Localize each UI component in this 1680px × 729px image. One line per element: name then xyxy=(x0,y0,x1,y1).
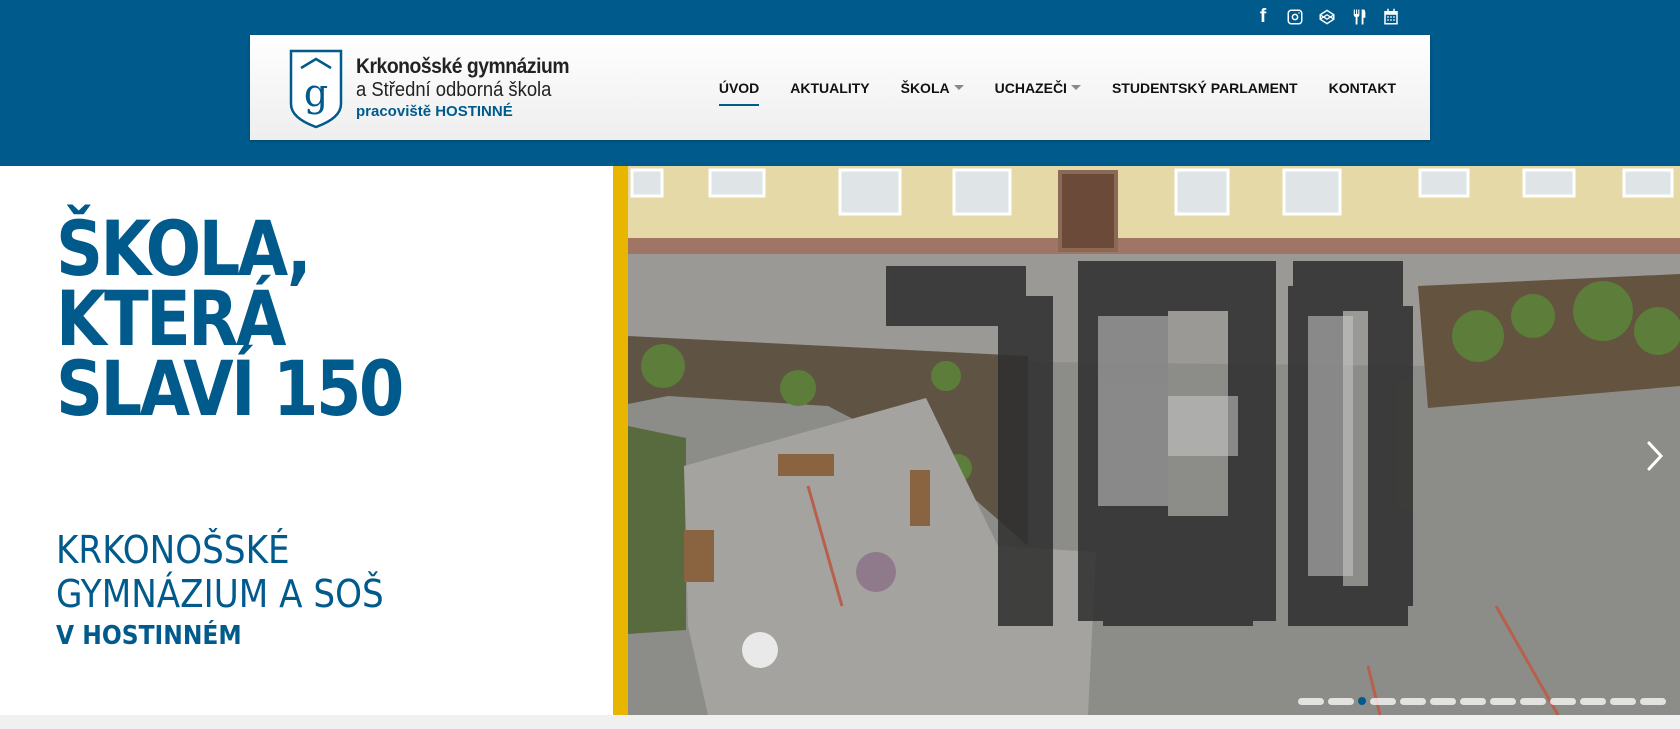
hero-text-panel: ŠKOLA, KTERÁ SLAVÍ 150 KRKONOŠSKÉ GYMNÁZ… xyxy=(0,166,613,715)
logo-line-2: a Střední odborná škola xyxy=(356,79,552,101)
slider-dot[interactable] xyxy=(1520,697,1546,705)
nav-item-studentsky-parlament[interactable]: STUDENTSKÝ PARLAMENT xyxy=(1112,80,1298,96)
page-bottom-strip xyxy=(0,715,1680,729)
slider-dot[interactable] xyxy=(1550,697,1576,705)
site-logo[interactable]: g Krkonošské gymnázium a Střední odborná… xyxy=(288,46,608,131)
facebook-icon[interactable]: f xyxy=(1252,6,1274,28)
hero-subtitle: KRKONOŠSKÉ GYMNÁZIUM A SOŠ V HOSTINNÉM xyxy=(56,528,384,651)
slider-dot[interactable] xyxy=(1610,697,1636,705)
slider-pagination xyxy=(1298,697,1666,705)
logo-text: Krkonošské gymnázium a Střední odborná š… xyxy=(356,55,588,122)
hero-slide-image[interactable] xyxy=(628,166,1680,715)
main-nav: ÚVOD AKTUALITY ŠKOLA UCHAZEČI STUDENTSKÝ… xyxy=(718,35,1396,140)
slider-dot[interactable] xyxy=(1400,697,1426,705)
logo-shield-icon: g xyxy=(289,49,343,128)
nav-item-uvod[interactable]: ÚVOD xyxy=(718,80,760,106)
slider-dot[interactable] xyxy=(1640,697,1666,705)
hero-headline: ŠKOLA, KTERÁ SLAVÍ 150 xyxy=(56,204,404,433)
slider-dot[interactable] xyxy=(1430,697,1456,705)
chevron-down-icon xyxy=(1070,85,1081,90)
instagram-icon[interactable] xyxy=(1284,6,1306,28)
slider-dot[interactable] xyxy=(1358,697,1366,705)
header-box: g Krkonošské gymnázium a Střední odborná… xyxy=(250,35,1430,140)
logo-line-1: Krkonošské gymnázium xyxy=(356,55,570,78)
slider-dot[interactable] xyxy=(1460,697,1486,705)
cutlery-icon[interactable] xyxy=(1348,6,1370,28)
top-bar: f g Krkonošské gymnázium a Střední odbor… xyxy=(0,0,1680,166)
aerial-photo-image xyxy=(628,166,1680,715)
slider-dot[interactable] xyxy=(1298,697,1324,705)
chevron-down-icon xyxy=(953,85,964,90)
nav-item-skola[interactable]: ŠKOLA xyxy=(901,80,964,96)
social-links: f xyxy=(1252,6,1402,28)
nav-item-aktuality[interactable]: AKTUALITY xyxy=(790,80,869,96)
codepen-icon[interactable] xyxy=(1316,6,1338,28)
logo-mark: g xyxy=(304,71,328,115)
slider-dot[interactable] xyxy=(1328,697,1354,705)
slider-dot[interactable] xyxy=(1490,697,1516,705)
calendar-icon[interactable] xyxy=(1380,6,1402,28)
hero-accent-bar xyxy=(613,166,628,715)
slider-dot[interactable] xyxy=(1580,697,1606,705)
nav-item-kontakt[interactable]: KONTAKT xyxy=(1329,80,1396,96)
nav-item-uchazeci[interactable]: UCHAZEČI xyxy=(995,80,1081,96)
slider-dot[interactable] xyxy=(1370,697,1396,705)
logo-line-3: pracoviště HOSTINNÉ xyxy=(356,103,513,120)
chevron-right-icon[interactable] xyxy=(1644,438,1666,474)
